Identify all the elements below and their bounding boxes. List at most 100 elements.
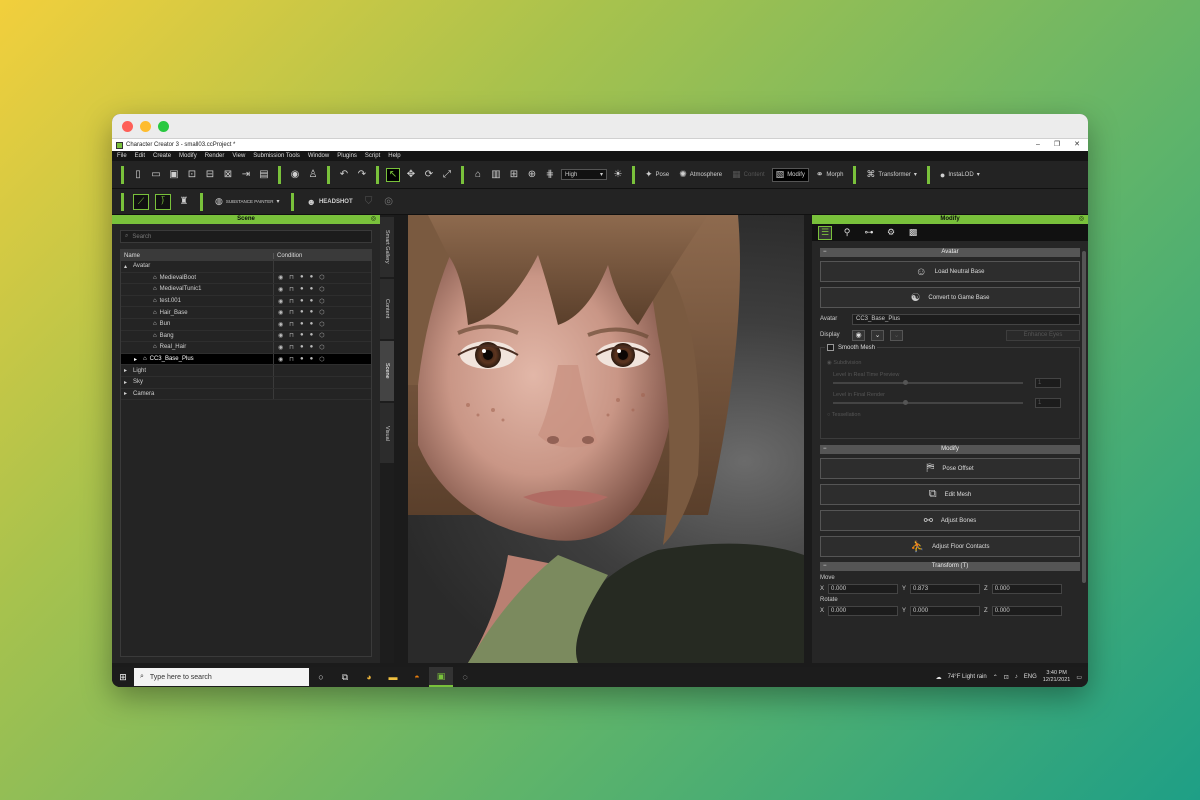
sphere-icon[interactable]: ● [300,298,304,305]
level-render-value[interactable]: 1 [1035,398,1061,408]
tab-visual[interactable]: Visual [380,403,394,463]
clock[interactable]: 3:40 PM 12/21/2021 [1043,670,1071,684]
visibility-eye-icon[interactable]: ◉ [278,286,283,293]
zoom-traffic-light[interactable] [158,120,169,132]
shield-icon[interactable]: ⛉ [362,195,376,209]
scene-tree-row[interactable]: ⌂ Real_Hair ◉ ⊓ ● ● ⬡ [121,342,371,354]
open-folder-icon[interactable]: ▭ [149,168,163,182]
scene-tree-row[interactable]: ⌂ Hair_Base ◉ ⊓ ● ● ⬡ [121,307,371,319]
lock-icon[interactable]: ⊓ [289,344,294,351]
tab-content[interactable]: Content [380,279,394,339]
scene-tree-row[interactable]: ⌂ MedievalTunic1 ◉ ⊓ ● ● ⬡ [121,284,371,296]
notification-icon[interactable]: ▭ [1076,674,1082,681]
avatar-section-bar[interactable]: − Avatar [820,248,1080,257]
expand-icon[interactable]: ▴ [124,263,130,270]
shape-icon[interactable]: ⬡ [319,286,324,293]
menu-help[interactable]: Help [388,153,400,159]
menu-edit[interactable]: Edit [135,153,145,159]
avatar-name-field[interactable]: CC3_Base_Plus [852,313,1080,325]
curve-tool-icon[interactable]: ⟋ [133,193,149,210]
save-icon[interactable]: ▣ [167,168,181,182]
task-view-icon[interactable]: ⧉ [333,667,357,687]
tray-chevron-up-icon[interactable]: ⌃ [993,674,998,681]
panel-close-icon[interactable]: ◎ [1079,215,1084,224]
content-button[interactable]: ▦ Content [729,168,768,182]
expand-icon[interactable]: ▸ [124,367,130,374]
scene-tree-row[interactable]: ▸ Light [121,365,371,377]
adjust-bones-button[interactable]: ⚯ Adjust Bones [820,510,1080,531]
blender-icon[interactable]: ◓ [405,667,429,687]
lock-icon[interactable]: ⊓ [289,332,294,339]
new-file-icon[interactable]: ▯ [131,168,145,182]
tab-scene[interactable]: Scene [380,341,394,401]
zoom-view-icon[interactable]: ⊕ [525,168,539,182]
fit-view-icon[interactable]: ⊞ [507,168,521,182]
scene-tree-row[interactable]: ⌂ Bun ◉ ⊓ ● ● ⬡ [121,318,371,331]
scene-tree-row[interactable]: ⌂ test.001 ◉ ⊓ ● ● ⬡ [121,295,371,308]
globe-icon[interactable]: ◎ [382,195,396,209]
bone-tab-icon[interactable]: ⊶ [862,226,876,240]
lock-icon[interactable]: ⊓ [289,274,294,281]
substance-painter-button[interactable]: ◍ SUBSTANCE PAINTER ▾ [212,195,282,209]
level-realtime-slider[interactable] [833,380,1023,385]
dot-icon[interactable]: ● [310,356,314,363]
windows-start-icon[interactable]: ⊞ [112,667,134,687]
export-icon[interactable]: ⊟ [203,168,217,182]
sphere-icon[interactable]: ● [300,274,304,281]
visibility-eye-icon[interactable]: ◉ [278,309,283,316]
lock-icon[interactable]: ⊓ [289,286,294,293]
column-condition[interactable]: Condition [274,253,302,259]
enhance-eyes-button[interactable]: Enhance Eyes [1006,329,1080,341]
close-traffic-light[interactable] [122,120,133,132]
restore-icon[interactable]: ❐ [1054,139,1060,151]
render-icon[interactable]: ▤ [257,168,271,182]
visibility-eye-icon[interactable]: ◉ [278,332,283,339]
move-z-input[interactable]: 0.000 [991,584,1062,594]
close-icon[interactable]: ✕ [1074,139,1080,151]
visibility-eye-icon[interactable]: ◉ [278,274,283,281]
menu-create[interactable]: Create [153,153,171,159]
menu-submission-tools[interactable]: Submission Tools [253,153,300,159]
visibility-eye-icon[interactable]: ◉ [278,344,283,351]
morph-button[interactable]: ⚭ Morph [813,168,847,182]
lock-icon[interactable]: ⊓ [289,298,294,305]
dot-icon[interactable]: ● [310,309,314,316]
quality-dropdown[interactable]: High ▾ [561,169,607,180]
cortana-icon[interactable]: ○ [309,667,333,687]
slider-knob[interactable] [903,400,908,405]
scene-search-input[interactable]: ⌕ Search [120,230,372,243]
menu-script[interactable]: Script [365,153,380,159]
sphere-icon[interactable]: ● [300,321,304,328]
scene-tree-row[interactable]: ▸ Sky [121,376,371,389]
visibility-eye-icon[interactable]: ◉ [278,321,283,328]
shape-icon[interactable]: ⬡ [319,298,324,305]
move-y-input[interactable]: 0.873 [910,584,981,594]
scene-tree-row[interactable]: ⌂ MedievalBoot ◉ ⊓ ● ● ⬡ [121,272,371,285]
dot-icon[interactable]: ● [310,298,314,305]
menu-view[interactable]: View [232,153,245,159]
sliders-tab-icon[interactable]: ☰ [818,225,832,240]
scene-tree-row[interactable]: ▸ Camera [121,388,371,401]
visibility-eye-icon[interactable]: ◉ [278,356,283,363]
sphere-icon[interactable]: ● [300,356,304,363]
app-circle-icon[interactable]: ◌ [453,667,477,687]
dot-icon[interactable]: ● [310,344,314,351]
send-icon[interactable]: ⇥ [239,168,253,182]
viewport-splitter[interactable] [804,215,812,663]
modify-scrollbar[interactable] [1082,251,1086,583]
dot-icon[interactable]: ● [310,321,314,328]
network-icon[interactable]: ⊡ [1004,674,1009,681]
weather-text[interactable]: 74°F Light rain [948,674,987,680]
sphere-icon[interactable]: ● [300,309,304,316]
transform-section-bar[interactable]: − Transform (T) [820,562,1080,571]
dot-icon[interactable]: ● [310,286,314,293]
rotate-z-input[interactable]: 0.000 [991,606,1062,616]
chrome-icon[interactable]: ◕ [357,667,381,687]
lock-icon[interactable]: ⊓ [289,321,294,328]
instalod-button[interactable]: ● InstaLOD ▾ [937,168,983,182]
visibility-eye-icon[interactable]: ◉ [278,298,283,305]
convert-game-base-button[interactable]: ☯ Convert to Game Base [820,287,1080,308]
rotate-y-input[interactable]: 0.000 [910,606,981,616]
smooth-mesh-checkbox[interactable]: Smooth Mesh [825,344,878,351]
modify-button[interactable]: ▧ Modify [771,167,809,182]
